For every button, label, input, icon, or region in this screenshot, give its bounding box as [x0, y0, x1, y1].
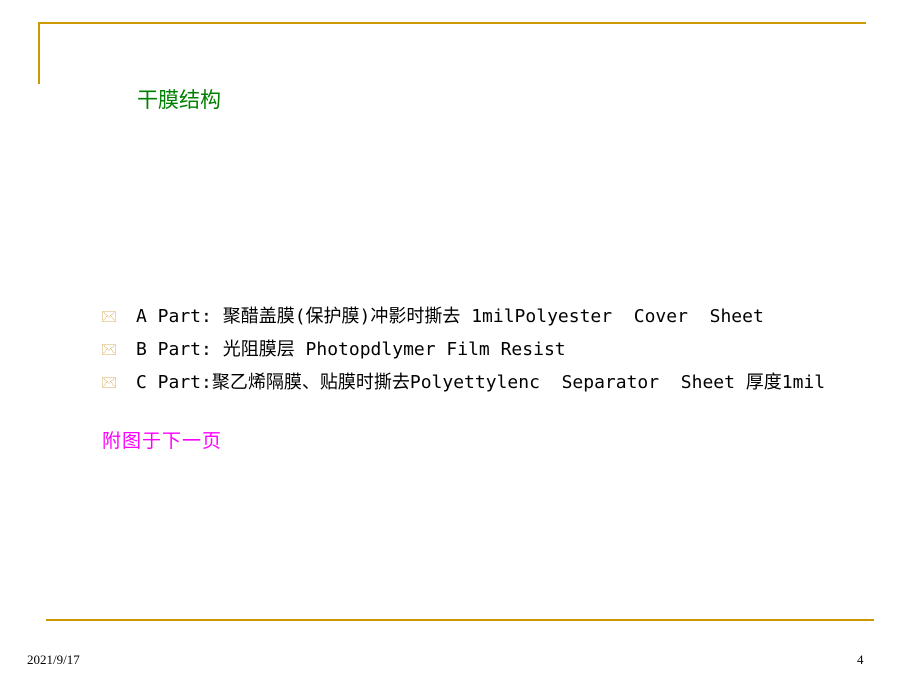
bullet-text: C Part:聚乙烯隔膜、贴膜时撕去Polyettylenc Separator…	[136, 372, 826, 393]
bullet-text: A Part: 聚醋盖膜(保护膜)冲影时撕去 1milPolyester Cov…	[136, 306, 764, 327]
slide-title: 干膜结构	[137, 88, 221, 112]
bullet-text: B Part: 光阻膜层 Photopdlymer Film Resist	[136, 339, 566, 360]
envelope-icon	[102, 344, 116, 355]
left-rule	[38, 22, 40, 84]
envelope-icon	[102, 311, 116, 322]
envelope-icon	[102, 377, 116, 388]
bullet-item: B Part: 光阻膜层 Photopdlymer Film Resist	[100, 333, 860, 366]
top-rule	[38, 22, 866, 24]
bullet-item: A Part: 聚醋盖膜(保护膜)冲影时撕去 1milPolyester Cov…	[100, 300, 860, 333]
bullet-item: C Part:聚乙烯隔膜、贴膜时撕去Polyettylenc Separator…	[100, 366, 860, 399]
page-number: 4	[857, 652, 864, 667]
next-page-note: 附图于下一页	[102, 430, 223, 452]
bottom-rule	[46, 619, 874, 621]
footer-date: 2021/9/17	[27, 652, 80, 667]
bullet-list: A Part: 聚醋盖膜(保护膜)冲影时撕去 1milPolyester Cov…	[100, 300, 860, 399]
